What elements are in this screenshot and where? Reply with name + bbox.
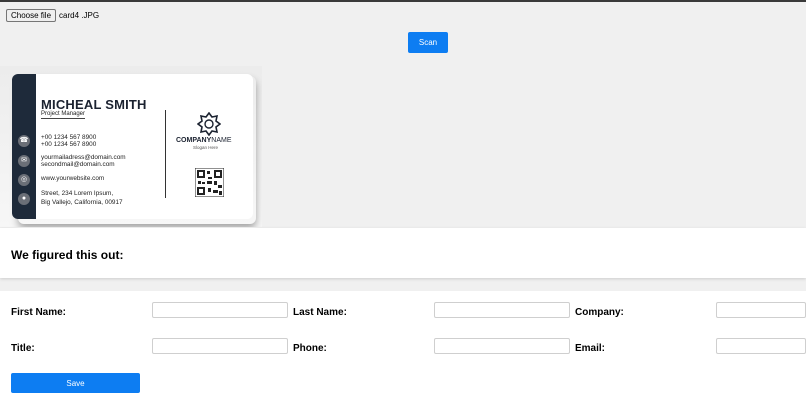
location-icon: ● (18, 193, 30, 205)
result-panel: We figured this out: (0, 228, 806, 278)
first-name-label: First Name: (11, 307, 67, 318)
card-slogan: Slogan Here (193, 145, 219, 150)
last-name-field[interactable] (434, 302, 570, 318)
company-label: Company: (575, 307, 624, 318)
card-person-name: MICHEAL SMITH (41, 97, 147, 112)
last-name-label: Last Name: (293, 307, 347, 318)
card-address-1: Street, 234 Lorem Ipsum, (41, 190, 114, 197)
card-email-2: secondmail@domain.com (41, 161, 115, 168)
email-field[interactable] (716, 338, 806, 354)
card-website: www.yourwebsite.com (41, 175, 105, 182)
company-name-light: NAME (211, 137, 232, 144)
phone-label: Phone: (293, 343, 327, 354)
card-divider (165, 110, 166, 198)
company-logo-icon (197, 112, 221, 136)
company-name-bold: COMPANY (176, 137, 212, 144)
card-phone-1: +00 1234 567 8900 (41, 134, 97, 141)
globe-icon: ◎ (18, 174, 30, 186)
company-field[interactable] (716, 302, 806, 318)
first-name-field[interactable] (152, 302, 288, 318)
business-card-image: ☎ ✉ ◎ ● MICHEAL SMITH Project Manager +0… (0, 66, 262, 227)
email-label: Email: (575, 343, 606, 354)
qr-code-icon (195, 168, 224, 197)
phone-field[interactable] (434, 338, 570, 354)
card-email-1: yourmailadress@domain.com (41, 154, 126, 161)
selected-file-name: card4 .JPG (59, 10, 100, 20)
file-picker[interactable]: Choose file card4 .JPG (6, 8, 99, 22)
card-address-2: Big Vallejo, California, 00917 (41, 199, 123, 206)
result-title: We figured this out: (11, 248, 124, 262)
business-card: ☎ ✉ ◎ ● MICHEAL SMITH Project Manager +0… (12, 74, 253, 219)
title-label: Title: (11, 343, 35, 354)
phone-icon: ☎ (18, 135, 30, 147)
top-border (0, 0, 806, 2)
contact-form: First Name: Last Name: Company: Title: P… (0, 291, 806, 400)
card-person-role: Project Manager (41, 111, 86, 119)
card-company-name: COMPANYNAME (176, 137, 232, 144)
save-button[interactable]: Save (11, 373, 140, 393)
card-phone-2: +00 1234 567 8900 (41, 141, 97, 148)
scan-button[interactable]: Scan (408, 32, 448, 53)
mail-icon: ✉ (18, 155, 30, 167)
title-field[interactable] (152, 338, 288, 354)
choose-file-button[interactable]: Choose file (6, 8, 57, 22)
